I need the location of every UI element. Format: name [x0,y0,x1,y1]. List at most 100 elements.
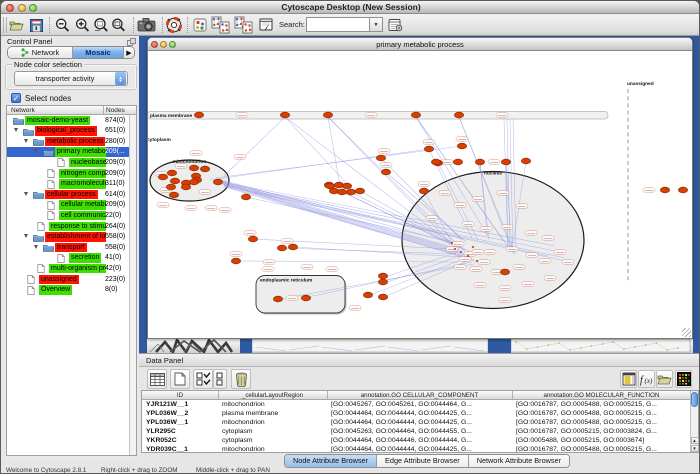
search-input[interactable] [306,17,370,32]
tree-row[interactable]: unassigned223(0) [7,274,131,285]
destroy-network-button[interactable] [232,16,254,34]
node-name-label [365,113,377,117]
tree-row[interactable]: cellular process614(0) [7,189,131,200]
table-row[interactable]: YLR295Ccytoplasm[GO:0045263, GO:0044464,… [142,427,691,436]
status-zoom-hint: Right-click + drag to ZOOM [101,467,177,474]
table-row[interactable]: YPL036W__2plasma membrane[GO:0044464, GO… [142,409,691,418]
tree-row[interactable]: nitrogen compound metabolic process209(0… [7,168,131,179]
tree-row[interactable]: multi-organism process42(0) [7,263,131,274]
node-color-selection-label: Node color selection [12,60,84,69]
tree-expand-icon[interactable] [24,192,28,196]
tab-overflow-button[interactable]: ▶ [124,47,134,58]
network-window-titlebar[interactable]: primary metabolic process [148,38,692,51]
table-row[interactable]: YJR121W__1mitochondrion[GO:0045267, GO:0… [142,400,691,409]
zoom-actual-button[interactable] [108,16,130,34]
compartment-plasma-membrane [148,112,608,120]
column-separator[interactable] [512,391,513,400]
tree-expand-icon[interactable] [34,149,38,153]
select-attributes-button[interactable] [193,369,213,389]
search-dropdown-button[interactable]: ▼ [370,17,383,32]
tree-row[interactable]: cellular metabolic process209(0) [7,200,131,211]
annotation-button[interactable] [255,16,277,34]
tree-row[interactable]: macromolecule metabolic process311(0) [7,179,131,190]
tree-scrollbar[interactable] [129,115,136,455]
select-nodes-option[interactable]: ✓ Select nodes [11,92,71,104]
network-node [337,189,346,195]
network-node [501,159,510,165]
save-session-button[interactable] [25,16,47,34]
float-window-icon[interactable] [127,38,136,46]
tree-row[interactable]: metabolic process280(0) [7,136,131,147]
tab-network-attribute-browser[interactable]: Network Attribute Browser [469,455,569,467]
table-column-header[interactable]: annotation.GO MOLECULAR_FUNCTION [512,392,691,399]
tree-row-label: nitrogen compound metabolic process [59,169,106,178]
export-image-button[interactable] [136,16,158,34]
table-column-header[interactable]: ID [142,392,218,399]
heatmap-button[interactable] [675,370,692,388]
column-separator[interactable] [218,391,219,400]
network-canvas[interactable]: plasma membranecytoplasmmitochondrionnuc… [148,51,692,339]
table-column-header[interactable]: _cellularLayoutRegion [218,392,327,399]
tree-row[interactable]: Overview8(0) [7,285,131,296]
table-row[interactable]: YKR052Ccytoplasm[GO:0044464, GO:0044446,… [142,436,691,445]
tab-node-attribute-browser[interactable]: Node Attribute Browser [285,455,377,467]
tab-mosaic[interactable]: Mosaic [73,47,124,58]
tree-row[interactable]: response to stimulus264(0) [7,221,131,232]
tab-network[interactable]: Network [8,47,73,58]
background-windows[interactable] [147,339,693,353]
hub-node [460,251,462,253]
select-nodes-checkbox[interactable]: ✓ [11,93,21,103]
table-row[interactable]: YPL036W__1mitochondrion[GO:0044464, GO:0… [142,418,691,427]
table-cell-id: YDR039C__1 [146,446,216,453]
zoom-out-button[interactable] [51,16,73,34]
new-network-from-selection-button[interactable] [209,16,231,34]
attribute-table-button[interactable] [147,369,167,389]
table-cell-id: YPL036W__1 [146,419,216,426]
node-name-label [542,236,554,240]
resize-grip[interactable] [682,328,691,337]
window-titlebar[interactable]: Cytoscape Desktop (New Session) [1,1,700,14]
delete-attribute-button[interactable] [231,369,251,389]
tree-row-count: 8(0) [105,285,131,294]
tree-row[interactable]: cell communication22(0) [7,210,131,221]
table-column-header[interactable]: annotation.GO CELLULAR_COMPONENT [327,392,512,399]
tree-row[interactable]: biological_process651(0) [7,126,131,137]
scroll-down-button[interactable]: ▼ [691,445,699,452]
tree-expand-icon[interactable] [24,139,28,143]
scroll-up-button[interactable]: ▲ [691,437,699,444]
tree-row-count: 223(0) [105,275,131,284]
tree-row[interactable]: transport558(0) [7,242,131,253]
help-button[interactable] [163,16,185,34]
tree-row[interactable]: establishment of localization558(0) [7,232,131,243]
function-builder-button[interactable]: f(x) [638,370,655,388]
import-attributes-button[interactable] [656,370,673,388]
data-panel-titlebar[interactable]: Data Panel [139,354,700,367]
network-node [431,159,440,165]
column-separator[interactable] [327,391,328,400]
tree-expand-icon[interactable] [14,128,18,132]
control-panel-tabs: Network Mosaic ▶ [7,46,135,59]
table-scrollbar[interactable]: ▲ ▼ [690,391,699,452]
configure-search-button[interactable] [384,16,406,34]
network-node [200,166,209,172]
tree-row[interactable]: secretion41(0) [7,253,131,264]
tree-expand-icon[interactable] [34,245,38,249]
tree-column-separator [103,106,104,115]
network-node [213,179,222,185]
cytoplasm-label: cytoplasm [148,137,171,143]
new-attribute-button[interactable] [170,369,190,389]
node-color-select[interactable]: transporter activity ▲▼ [14,71,128,86]
tree-expand-icon[interactable] [24,234,28,238]
tree-row[interactable]: nucleobase-containing compound metabolic… [7,157,131,168]
table-scrollbar-thumb[interactable] [691,392,698,407]
open-folder-icon [9,19,24,31]
tree-row[interactable]: primary metabolic process209(... [7,147,131,158]
layout-button[interactable] [189,16,211,34]
unselect-attributes-button[interactable] [213,369,227,389]
attribute-report-button[interactable] [620,370,637,388]
tree-row[interactable]: mosaic-demo-yeast874(0) [7,115,131,126]
node-name-label [281,239,293,243]
network-view-window[interactable]: primary metabolic process plasma membran… [147,37,693,339]
tab-edge-attribute-browser[interactable]: Edge Attribute Browser [377,455,469,467]
table-row[interactable]: YDR039C__1mitochondrion[GO:0044464, GO:0… [142,445,691,453]
